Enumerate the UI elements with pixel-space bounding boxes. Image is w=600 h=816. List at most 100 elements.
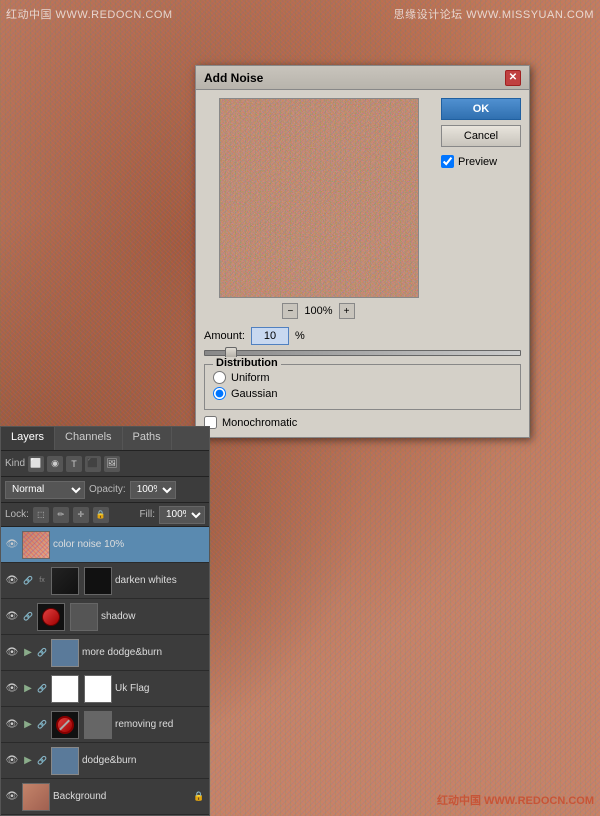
kind-label: Kind [5, 458, 25, 469]
tab-channels[interactable]: Channels [55, 427, 122, 450]
watermark-bottom-right: 红动中国 WWW.REDOCN.COM [437, 792, 594, 808]
layer-visibility-icon[interactable]: 👁 [5, 646, 19, 660]
uniform-radio[interactable] [213, 371, 226, 384]
layer-visibility-icon[interactable]: 👁 [5, 538, 19, 552]
layer-mask [84, 567, 112, 595]
preview-checkbox[interactable] [441, 155, 454, 168]
layer-thumbnail [22, 531, 50, 559]
layer-thumbnail [51, 567, 79, 595]
distribution-legend: Distribution [213, 357, 281, 369]
dialog-close-button[interactable]: ✕ [505, 70, 521, 86]
layers-mode-row: Normal Opacity: 100% [1, 477, 209, 503]
preview-label: Preview [458, 156, 497, 168]
noise-overlay [220, 99, 418, 297]
gaussian-row: Gaussian [213, 387, 512, 400]
layer-mask [84, 711, 112, 739]
layer-thumbnail [51, 711, 79, 739]
dialog-title-text: Add Noise [204, 71, 263, 85]
kind-filter-shape-icon[interactable]: ⬛ [85, 456, 101, 472]
layer-link-icon: 🔗 [36, 683, 48, 695]
kind-filter-smart-icon[interactable]: 🖼 [104, 456, 120, 472]
uniform-label: Uniform [231, 372, 270, 384]
amount-slider-track[interactable] [204, 350, 521, 356]
layer-name: Background [53, 791, 190, 802]
monochromatic-row: Monochromatic [204, 416, 521, 429]
lock-paint-icon[interactable]: ✏ [53, 507, 69, 523]
layer-folder-icon: ▶ [22, 683, 34, 695]
tab-layers[interactable]: Layers [1, 427, 55, 450]
lock-all-icon[interactable]: 🔒 [93, 507, 109, 523]
layers-kind-row: Kind ⬜ ◉ T ⬛ 🖼 [1, 451, 209, 477]
layers-panel: Layers Channels Paths Kind ⬜ ◉ T ⬛ 🖼 Nor… [0, 426, 210, 816]
kind-filter-type-icon[interactable]: ⬜ [28, 456, 44, 472]
layer-name: shadow [101, 611, 205, 622]
fill-select[interactable]: 100% [159, 506, 205, 524]
layer-mask [70, 603, 98, 631]
layers-list: 👁 color noise 10% 👁 🔗 fx darken whites 👁… [1, 527, 209, 815]
opacity-label: Opacity: [89, 484, 126, 495]
layer-item-color-noise[interactable]: 👁 color noise 10% [1, 527, 209, 563]
layer-visibility-icon[interactable]: 👁 [5, 682, 19, 696]
zoom-out-button[interactable]: − [282, 303, 298, 319]
uniform-row: Uniform [213, 371, 512, 384]
amount-input[interactable] [251, 327, 289, 345]
cancel-button[interactable]: Cancel [441, 125, 521, 147]
background-lock-icon: 🔒 [193, 791, 205, 803]
amount-row: Amount: % [204, 327, 521, 345]
layer-visibility-icon[interactable]: 👁 [5, 754, 19, 768]
layer-fx-icons: ▶ 🔗 [22, 719, 48, 731]
layer-folder-icon: ▶ [22, 647, 34, 659]
layer-name: removing red [115, 719, 205, 730]
layer-visibility-icon[interactable]: 👁 [5, 574, 19, 588]
layer-fx-icons: ▶ 🔗 [22, 683, 48, 695]
layer-name: Uk Flag [115, 683, 205, 694]
tab-paths[interactable]: Paths [123, 427, 172, 450]
layers-lock-row: Lock: ⬚ ✏ ✛ 🔒 Fill: 100% [1, 503, 209, 527]
layer-item-background[interactable]: 👁 Background 🔒 [1, 779, 209, 815]
amount-label: Amount: [204, 330, 245, 342]
preview-area: − 100% + [204, 98, 433, 319]
gaussian-radio[interactable] [213, 387, 226, 400]
layer-item-shadow[interactable]: 👁 🔗 shadow [1, 599, 209, 635]
layer-item-uk-flag[interactable]: 👁 ▶ 🔗 Uk Flag [1, 671, 209, 707]
dialog-settings: Amount: % Distribution Uniform Gaussian [196, 327, 529, 437]
lock-label: Lock: [5, 509, 29, 520]
layer-item-more-dodge-burn[interactable]: 👁 ▶ 🔗 more dodge&burn [1, 635, 209, 671]
add-noise-dialog: Add Noise ✕ − 100% + OK Cancel Preview [195, 65, 530, 438]
zoom-in-button[interactable]: + [339, 303, 355, 319]
layer-item-dodge-burn[interactable]: 👁 ▶ 🔗 dodge&burn [1, 743, 209, 779]
layer-thumbnail [51, 675, 79, 703]
layer-mask [84, 675, 112, 703]
zoom-controls: − 100% + [282, 303, 354, 319]
ok-button[interactable]: OK [441, 98, 521, 120]
layer-visibility-icon[interactable]: 👁 [5, 610, 19, 624]
layer-item-removing-red[interactable]: 👁 ▶ 🔗 removing red [1, 707, 209, 743]
kind-filter-text-icon[interactable]: T [66, 456, 82, 472]
layer-thumbnail [51, 639, 79, 667]
layer-link-icon: 🔗 [36, 647, 48, 659]
layer-name: dodge&burn [82, 755, 205, 766]
layer-folder-icon: ▶ [22, 755, 34, 767]
layer-link-icon: 🔗 [22, 575, 34, 587]
watermark-top-left: 红动中国 WWW.REDOCN.COM [6, 6, 173, 22]
lock-move-icon[interactable]: ✛ [73, 507, 89, 523]
layer-item-darken-whites[interactable]: 👁 🔗 fx darken whites [1, 563, 209, 599]
monochromatic-label: Monochromatic [222, 417, 297, 429]
layer-visibility-icon[interactable]: 👁 [5, 790, 19, 804]
layer-folder-icons: ▶ 🔗 [22, 755, 48, 767]
layer-thumbnail [37, 603, 65, 631]
opacity-select[interactable]: 100% [130, 481, 176, 499]
watermark-top-right: 思缘设计论坛 WWW.MISSYUAN.COM [394, 6, 594, 22]
dialog-body: − 100% + OK Cancel Preview [196, 90, 529, 327]
layer-folder-icons: ▶ 🔗 [22, 647, 48, 659]
layer-fx-icon: fx [36, 575, 48, 587]
layer-link-icon: 🔗 [36, 755, 48, 767]
lock-transparent-icon[interactable]: ⬚ [33, 507, 49, 523]
preview-canvas [219, 98, 419, 298]
layer-name: color noise 10% [53, 539, 205, 550]
kind-filter-adjust-icon[interactable]: ◉ [47, 456, 63, 472]
blend-mode-select[interactable]: Normal [5, 481, 85, 499]
amount-slider-row [204, 350, 521, 356]
layer-name: darken whites [115, 575, 205, 586]
layer-visibility-icon[interactable]: 👁 [5, 718, 19, 732]
